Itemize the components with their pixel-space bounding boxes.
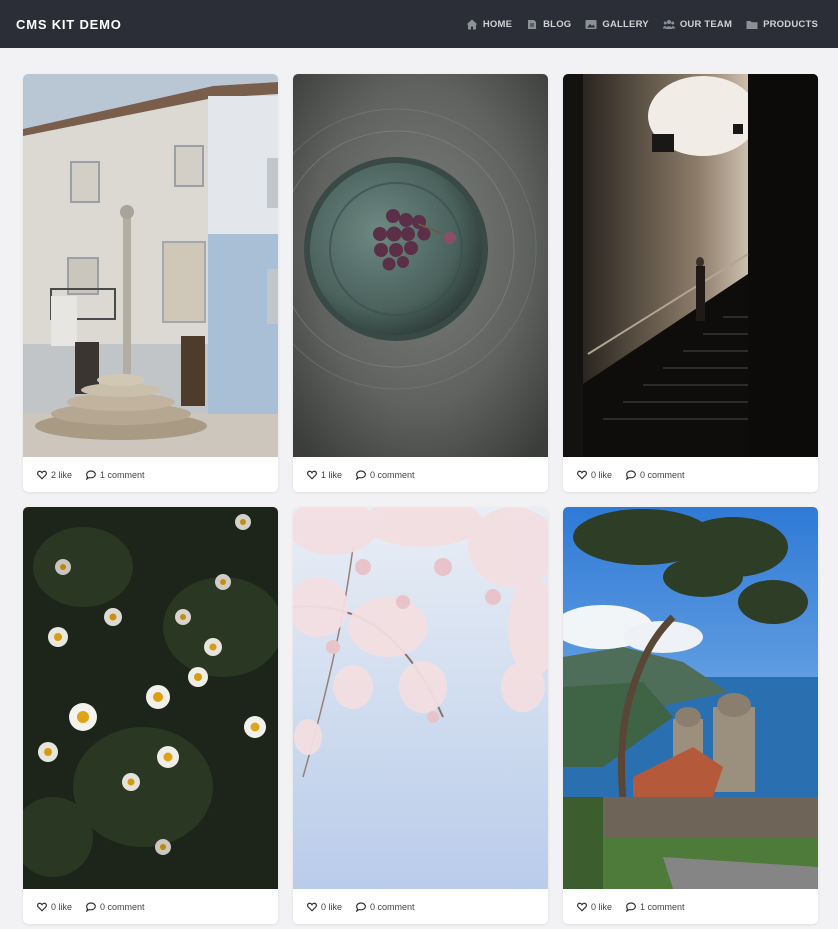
staircase-photo: [563, 74, 818, 457]
comment-icon: [626, 469, 636, 480]
card-meta: 0 like 1 comment: [563, 889, 818, 924]
cherry-blossom-photo: [293, 507, 548, 889]
coastal-church-photo: [563, 507, 818, 889]
comment-button[interactable]: 0 comment: [86, 902, 145, 912]
nav-label-home: HOME: [482, 18, 513, 30]
gallery-grid: 2 like 1 comment 1 like 0 comment 0 like…: [23, 74, 818, 924]
nav-label-our-team: OUR TEAM: [679, 18, 733, 30]
gallery-card: 0 like 1 comment: [563, 507, 818, 924]
like-button[interactable]: 2 like: [37, 470, 72, 480]
gallery-card: 0 like 0 comment: [293, 507, 548, 924]
gallery-photo[interactable]: [293, 507, 548, 889]
like-count: 1 like: [321, 469, 343, 480]
like-button[interactable]: 0 like: [307, 902, 342, 912]
grapes-photo: [293, 74, 548, 457]
comment-button[interactable]: 0 comment: [356, 902, 415, 912]
nav-item-our-team[interactable]: OUR TEAM: [662, 18, 733, 30]
comment-button[interactable]: 0 comment: [626, 470, 685, 480]
gallery-card: 0 like 0 comment: [23, 507, 278, 924]
nav-item-home[interactable]: HOME: [466, 19, 512, 30]
comment-count: 1 comment: [640, 901, 685, 912]
heart-icon: [577, 470, 587, 480]
like-button[interactable]: 0 like: [37, 902, 72, 912]
card-meta: 1 like 0 comment: [293, 457, 548, 492]
like-button[interactable]: 0 like: [577, 902, 612, 912]
comment-button[interactable]: 1 comment: [626, 902, 685, 912]
card-meta: 0 like 0 comment: [23, 889, 278, 924]
card-meta: 2 like 1 comment: [23, 457, 278, 492]
comment-count: 0 comment: [100, 901, 145, 912]
building-photo: [23, 74, 278, 457]
nav-label-gallery: GALLERY: [602, 18, 649, 30]
heart-icon: [37, 470, 47, 480]
nav-item-blog[interactable]: BLOG: [526, 19, 571, 30]
gallery-icon: [585, 19, 597, 29]
comment-count: 0 comment: [370, 901, 415, 912]
folder-icon: [746, 20, 758, 29]
card-meta: 0 like 0 comment: [293, 889, 548, 924]
heart-icon: [307, 902, 317, 912]
like-count: 0 like: [591, 901, 613, 912]
home-icon: [466, 19, 478, 29]
gallery-photo[interactable]: [293, 74, 548, 457]
comment-icon: [86, 901, 96, 912]
main-nav: HOME BLOG GALLERY OUR TEAM PRODUCTS: [466, 19, 818, 30]
comment-icon: [626, 901, 636, 912]
nav-label-products: PRODUCTS: [763, 18, 818, 30]
gallery-photo[interactable]: [23, 507, 278, 889]
like-count: 0 like: [321, 901, 343, 912]
nav-label-blog: BLOG: [543, 18, 572, 30]
nav-item-gallery[interactable]: GALLERY: [585, 18, 649, 30]
comment-icon: [356, 901, 366, 912]
team-icon: [662, 19, 675, 29]
gallery-card: 1 like 0 comment: [293, 74, 548, 492]
navbar: CMS KIT DEMO HOME BLOG GALLERY OUR TEAM …: [0, 0, 838, 48]
nav-item-products[interactable]: PRODUCTS: [746, 19, 818, 30]
gallery-photo[interactable]: [23, 74, 278, 457]
gallery-card: 2 like 1 comment: [23, 74, 278, 492]
blog-icon: [528, 19, 537, 29]
heart-icon: [37, 902, 47, 912]
heart-icon: [577, 902, 587, 912]
comment-count: 1 comment: [100, 469, 145, 480]
like-count: 0 like: [51, 901, 73, 912]
like-count: 2 like: [51, 469, 73, 480]
comment-count: 0 comment: [640, 469, 685, 480]
comment-button[interactable]: 0 comment: [356, 470, 415, 480]
heart-icon: [307, 470, 317, 480]
comment-count: 0 comment: [370, 469, 415, 480]
gallery-photo[interactable]: [563, 507, 818, 889]
comment-icon: [356, 469, 366, 480]
comment-icon: [86, 469, 96, 480]
daisies-photo: [23, 507, 278, 889]
like-button[interactable]: 0 like: [577, 470, 612, 480]
card-meta: 0 like 0 comment: [563, 457, 818, 492]
comment-button[interactable]: 1 comment: [86, 470, 145, 480]
like-count: 0 like: [591, 469, 613, 480]
like-button[interactable]: 1 like: [307, 470, 342, 480]
brand-logo[interactable]: CMS KIT DEMO: [16, 17, 122, 32]
gallery-photo[interactable]: [563, 74, 818, 457]
gallery-card: 0 like 0 comment: [563, 74, 818, 492]
